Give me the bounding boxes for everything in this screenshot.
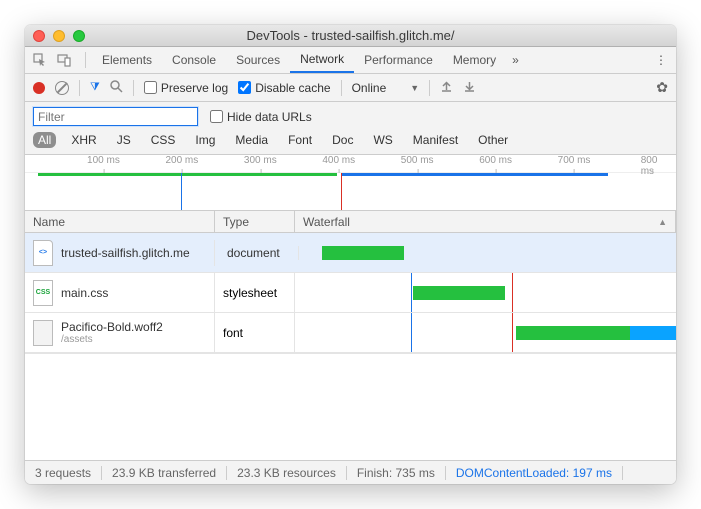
inspect-element-icon[interactable] — [31, 51, 49, 69]
filter-xhr[interactable]: XHR — [66, 132, 101, 148]
col-waterfall[interactable]: Waterfall▲ — [295, 211, 676, 232]
filter-row: Hide data URLs — [25, 102, 676, 129]
network-toolbar: ⧩ Preserve log Disable cache Online▼ ✿ — [25, 74, 676, 102]
col-name[interactable]: Name — [25, 211, 215, 232]
disable-cache-checkbox[interactable]: Disable cache — [238, 81, 330, 95]
table-row[interactable]: CSS main.css stylesheet — [25, 273, 676, 313]
throttling-select[interactable]: Online▼ — [352, 81, 420, 95]
timeline-tick: 100 ms — [87, 155, 120, 166]
file-icon: CSS — [33, 280, 53, 306]
timeline-tick: 500 ms — [401, 155, 434, 166]
status-resources: 23.3 KB resources — [227, 466, 347, 480]
request-type: stylesheet — [223, 286, 277, 300]
more-tabs-icon[interactable]: » — [512, 53, 519, 67]
minimize-window-button[interactable] — [53, 30, 65, 42]
kebab-menu-icon[interactable]: ⋮ — [652, 53, 670, 67]
tab-network[interactable]: Network — [290, 47, 354, 73]
tab-elements[interactable]: Elements — [92, 47, 162, 73]
upload-har-icon[interactable] — [440, 80, 453, 96]
request-table: <> trusted-sailfish.glitch.me document CSS m… — [25, 233, 676, 353]
request-type: font — [223, 326, 243, 340]
table-row[interactable]: <> trusted-sailfish.glitch.me document — [25, 233, 676, 273]
timeline-tick: 700 ms — [558, 155, 591, 166]
window-controls — [33, 30, 85, 42]
filter-ws[interactable]: WS — [368, 132, 397, 148]
status-transferred: 23.9 KB transferred — [102, 466, 227, 480]
status-finish: Finish: 735 ms — [347, 466, 446, 480]
maximize-window-button[interactable] — [73, 30, 85, 42]
status-requests: 3 requests — [25, 466, 102, 480]
tab-sources[interactable]: Sources — [226, 47, 290, 73]
filter-media[interactable]: Media — [230, 132, 273, 148]
waterfall-cell — [295, 273, 676, 312]
request-name: main.css — [61, 286, 108, 300]
file-icon — [33, 320, 53, 346]
type-filter-row: All XHR JS CSS Img Media Font Doc WS Man… — [25, 129, 676, 155]
timeline-tick: 200 ms — [165, 155, 198, 166]
search-icon[interactable] — [110, 80, 123, 96]
status-bar: 3 requests 23.9 KB transferred 23.3 KB r… — [25, 460, 676, 484]
hide-data-urls-checkbox[interactable]: Hide data URLs — [210, 110, 312, 124]
request-name: trusted-sailfish.glitch.me — [61, 246, 190, 260]
settings-icon[interactable]: ✿ — [656, 79, 668, 96]
filter-img[interactable]: Img — [190, 132, 220, 148]
filter-font[interactable]: Font — [283, 132, 317, 148]
filter-css[interactable]: CSS — [146, 132, 181, 148]
download-har-icon[interactable] — [463, 80, 476, 96]
request-type: document — [227, 246, 280, 260]
request-name: Pacifico-Bold.woff2 — [61, 320, 163, 334]
window-title: DevTools - trusted-sailfish.glitch.me/ — [25, 28, 676, 43]
tab-memory[interactable]: Memory — [443, 47, 506, 73]
filter-doc[interactable]: Doc — [327, 132, 358, 148]
clear-button[interactable] — [55, 81, 69, 95]
status-dcl: DOMContentLoaded: 197 ms — [446, 466, 623, 480]
timeline-tick: 300 ms — [244, 155, 277, 166]
col-type[interactable]: Type — [215, 211, 295, 232]
table-header: Name Type Waterfall▲ — [25, 211, 676, 233]
titlebar: DevTools - trusted-sailfish.glitch.me/ — [25, 25, 676, 47]
main-tabs: Elements Console Sources Network Perform… — [25, 47, 676, 74]
filter-js[interactable]: JS — [112, 132, 136, 148]
table-row[interactable]: Pacifico-Bold.woff2/assetsfont — [25, 313, 676, 353]
record-button[interactable] — [33, 82, 45, 94]
device-mode-icon[interactable] — [55, 51, 73, 69]
filter-icon[interactable]: ⧩ — [90, 81, 100, 94]
filter-input[interactable] — [33, 107, 198, 126]
waterfall-cell — [295, 313, 676, 352]
filter-other[interactable]: Other — [473, 132, 513, 148]
timeline-tick: 400 ms — [322, 155, 355, 166]
file-icon: <> — [33, 240, 53, 266]
devtools-window: DevTools - trusted-sailfish.glitch.me/ E… — [25, 25, 676, 484]
close-window-button[interactable] — [33, 30, 45, 42]
timeline-tick: 600 ms — [479, 155, 512, 166]
timeline-overview[interactable]: 100 ms 200 ms 300 ms 400 ms 500 ms 600 ms 700 … — [25, 155, 676, 211]
filter-all[interactable]: All — [33, 132, 56, 148]
filter-manifest[interactable]: Manifest — [408, 132, 463, 148]
tab-performance[interactable]: Performance — [354, 47, 443, 73]
tab-console[interactable]: Console — [162, 47, 226, 73]
preserve-log-checkbox[interactable]: Preserve log — [144, 81, 228, 95]
